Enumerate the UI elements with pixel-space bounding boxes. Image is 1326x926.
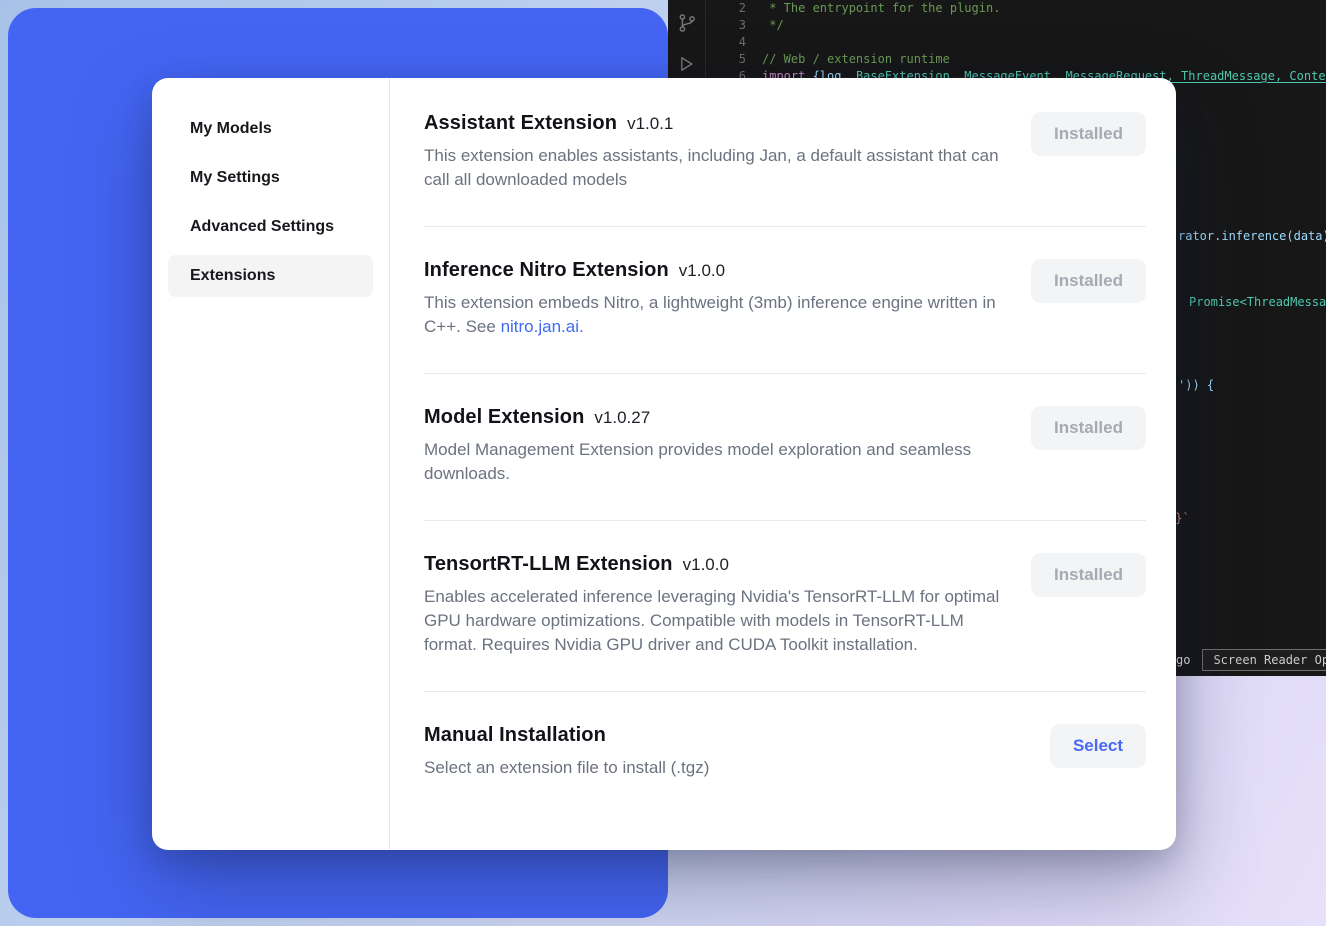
code-text (746, 34, 762, 51)
extension-row-manual-installation: Manual Installation Select an extension … (424, 691, 1146, 814)
extension-name: Inference Nitro Extension (424, 259, 669, 282)
extension-row-tensorrt: TensortRT-LLM Extension v1.0.0 Enables a… (424, 520, 1146, 691)
extension-info: Model Extension v1.0.27 Model Management… (424, 406, 1018, 486)
nitro-jan-ai-link[interactable]: nitro.jan.ai. (501, 317, 584, 336)
code-fragment: rator.inference(data)); (1178, 229, 1326, 243)
extension-row-assistant: Assistant Extension v1.0.1 This extensio… (424, 80, 1146, 226)
screen-reader-badge: Screen Reader Optimized (1202, 649, 1326, 671)
extension-info: TensortRT-LLM Extension v1.0.0 Enables a… (424, 553, 1018, 657)
extension-row-model: Model Extension v1.0.27 Model Management… (424, 373, 1146, 520)
line-number: 4 (706, 34, 746, 51)
extension-version: v1.0.0 (679, 261, 725, 281)
installed-button[interactable]: Installed (1031, 553, 1146, 597)
code-text: // Web / extension runtime (746, 51, 950, 68)
code-line: 5 // Web / extension runtime (706, 51, 1326, 68)
code-line: 4 (706, 34, 1326, 51)
extension-version: v1.0.1 (627, 114, 673, 134)
extension-description: Model Management Extension provides mode… (424, 438, 1018, 486)
editor-status-bar: go Screen Reader Optimized (1176, 649, 1326, 671)
line-number: 2 (706, 0, 746, 17)
extension-description: This extension embeds Nitro, a lightweig… (424, 291, 1018, 339)
extension-info: Manual Installation Select an extension … (424, 724, 1018, 780)
installed-button[interactable]: Installed (1031, 112, 1146, 156)
code-area: 2 * The entrypoint for the plugin. 3 */ … (706, 0, 1326, 85)
installed-button[interactable]: Installed (1031, 406, 1146, 450)
extension-info: Assistant Extension v1.0.1 This extensio… (424, 112, 1018, 192)
extension-name: Model Extension (424, 406, 584, 429)
status-text: go (1176, 653, 1190, 667)
code-line: 3 */ (706, 17, 1326, 34)
line-number: 5 (706, 51, 746, 68)
code-text: */ (746, 17, 784, 34)
page-background: 2 * The entrypoint for the plugin. 3 */ … (0, 0, 1326, 926)
extension-description: This extension enables assistants, inclu… (424, 144, 1018, 192)
extension-name: TensortRT-LLM Extension (424, 553, 673, 576)
extension-info: Inference Nitro Extension v1.0.0 This ex… (424, 259, 1018, 339)
code-line: 2 * The entrypoint for the plugin. (706, 0, 1326, 17)
sidebar-item-my-settings[interactable]: My Settings (168, 157, 373, 199)
select-file-button[interactable]: Select (1050, 724, 1146, 768)
sidebar-item-advanced-settings[interactable]: Advanced Settings (168, 206, 373, 248)
extension-description: Enables accelerated inference leveraging… (424, 585, 1018, 657)
source-control-icon[interactable] (676, 12, 698, 34)
run-debug-icon[interactable] (676, 54, 698, 76)
settings-sidebar: My Models My Settings Advanced Settings … (152, 78, 390, 850)
extension-version: v1.0.0 (683, 555, 729, 575)
code-fragment: Promise<ThreadMessage> (1189, 295, 1326, 309)
extension-version: v1.0.27 (594, 408, 650, 428)
extensions-list: Assistant Extension v1.0.1 This extensio… (390, 78, 1176, 850)
line-number: 3 (706, 17, 746, 34)
code-fragment: ')) { (1178, 378, 1214, 392)
sidebar-item-my-models[interactable]: My Models (168, 108, 373, 150)
settings-modal: My Models My Settings Advanced Settings … (152, 78, 1176, 850)
extension-row-nitro: Inference Nitro Extension v1.0.0 This ex… (424, 226, 1146, 373)
extension-name: Manual Installation (424, 724, 606, 747)
code-text: * The entrypoint for the plugin. (746, 0, 1000, 17)
extension-description: Select an extension file to install (.tg… (424, 756, 1018, 780)
extension-name: Assistant Extension (424, 112, 617, 135)
sidebar-item-extensions[interactable]: Extensions (168, 255, 373, 297)
installed-button[interactable]: Installed (1031, 259, 1146, 303)
